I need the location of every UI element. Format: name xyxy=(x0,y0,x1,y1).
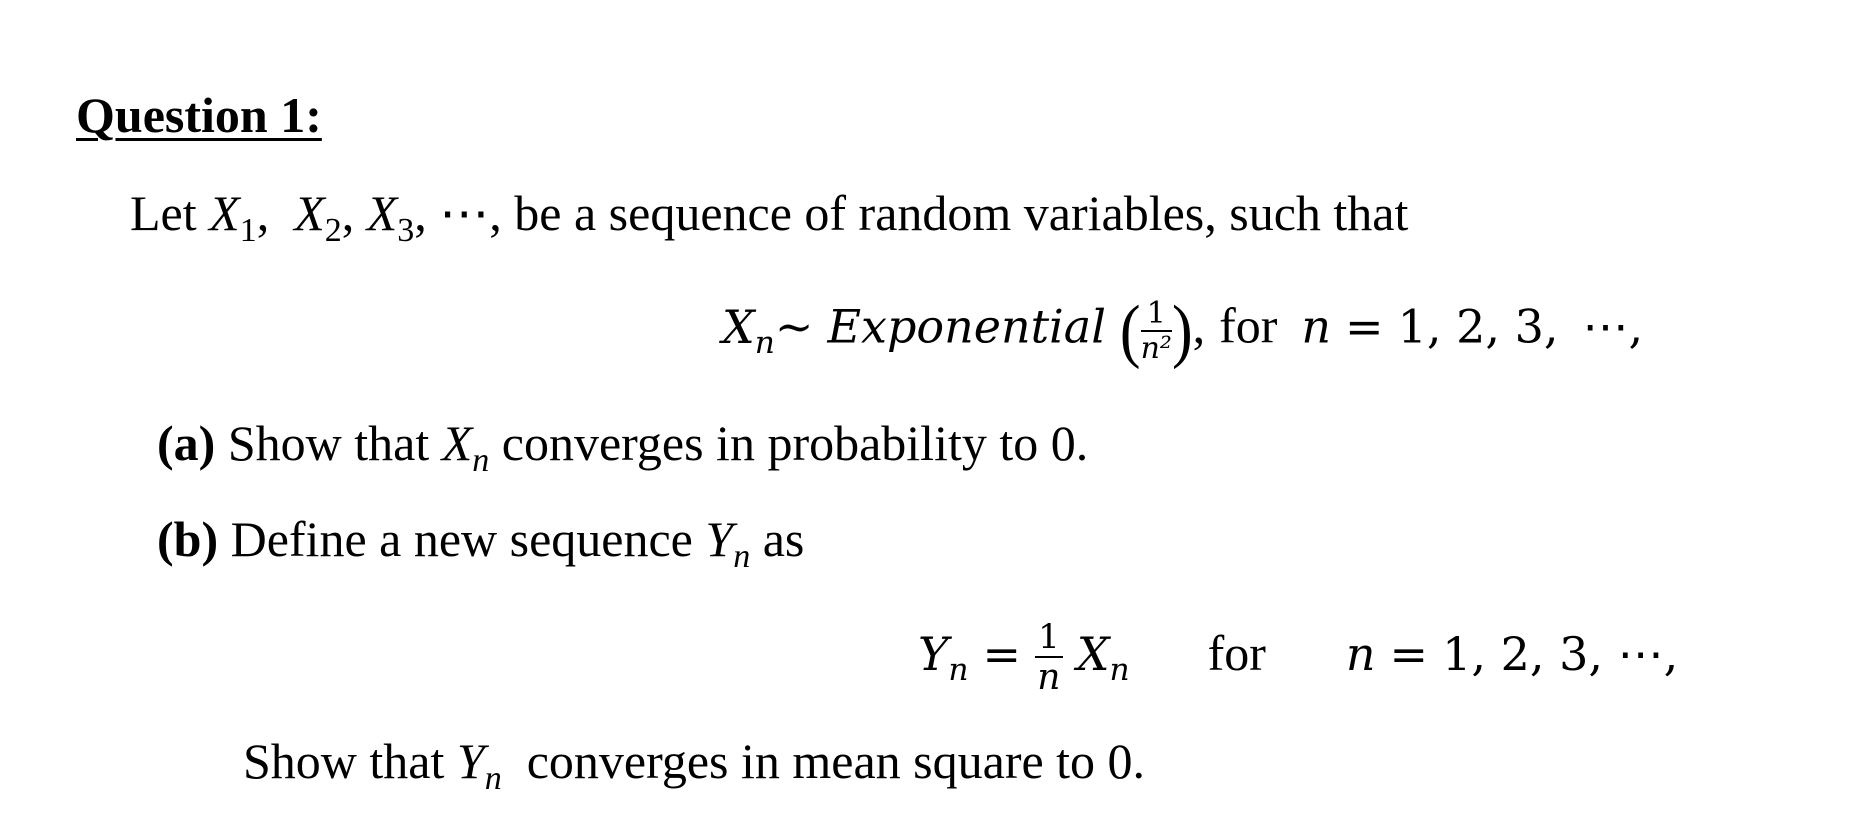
tilde-symbol: ~ xyxy=(774,299,814,354)
fraction-numerator: 1 xyxy=(1035,619,1063,658)
formula-lhs: Xn xyxy=(722,299,775,359)
formula-lhs: Yn xyxy=(918,627,969,686)
var-subscript: n xyxy=(754,324,775,361)
part-a-text-end: converges in probability to 0. xyxy=(489,415,1089,471)
range-values: 1, 2, 3, ⋯, xyxy=(1442,627,1679,682)
part-b-text-end: as xyxy=(750,511,805,567)
formula-rhs: Xn xyxy=(1076,627,1130,686)
var-x3: X3 xyxy=(366,185,415,247)
var-subscript: n xyxy=(733,537,751,575)
for-word: for xyxy=(1207,625,1266,682)
var-x1: X1 xyxy=(209,185,257,247)
right-paren: ) xyxy=(1171,292,1193,371)
var-base: X xyxy=(1076,627,1110,682)
var-subscript: n xyxy=(948,652,969,689)
left-paren: ( xyxy=(1119,292,1141,371)
part-b-label: (b) xyxy=(157,511,219,567)
var-subscript: 3 xyxy=(397,211,415,249)
equals-sign: = xyxy=(1345,299,1384,354)
range-ellipsis: ⋯, xyxy=(1582,299,1644,354)
var-xn: Xn xyxy=(441,415,490,477)
var-base: Y xyxy=(705,511,734,567)
var-subscript: 1 xyxy=(239,211,257,249)
var-base: X xyxy=(722,299,755,354)
rate-fraction: 1 n² xyxy=(1140,298,1172,366)
var-base: X xyxy=(441,415,473,471)
var-subscript: n xyxy=(484,759,502,797)
var-x2: X2 xyxy=(294,185,342,247)
var-subscript: n xyxy=(472,441,490,479)
part-a-label: (a) xyxy=(157,415,216,471)
range-var: n xyxy=(1345,627,1376,682)
problem-intro: Let X1, X2, X3, ⋯, be a sequence of rand… xyxy=(130,185,1409,247)
separator: , xyxy=(414,185,440,241)
part-a: (a) Show that Xn converges in probabilit… xyxy=(157,415,1089,477)
part-a-text: Show that xyxy=(215,415,442,471)
var-yn: Yn xyxy=(705,511,750,573)
range-values: 1, 2, 3, xyxy=(1397,299,1559,354)
question-heading: Question 1: xyxy=(76,87,322,143)
var-base: X xyxy=(209,185,240,241)
var-subscript: 2 xyxy=(324,211,342,249)
ellipsis: ⋯ xyxy=(439,185,490,241)
var-subscript: n xyxy=(1109,652,1130,689)
fraction-denominator: n² xyxy=(1140,330,1172,366)
task-text: Show that xyxy=(243,733,457,789)
comma: , xyxy=(1192,297,1206,354)
separator: , xyxy=(256,185,295,241)
equals-sign: = xyxy=(982,627,1022,682)
var-yn: Yn xyxy=(456,733,502,795)
range-var: n xyxy=(1301,299,1332,354)
definition-formula: Yn = 1 n Xn for n = 1, 2, 3, ⋯, xyxy=(918,619,1679,698)
part-b: (b) Define a new sequence Yn as xyxy=(157,511,805,573)
fraction-numerator: 1 xyxy=(1140,298,1172,332)
var-base: X xyxy=(366,185,398,241)
separator: , xyxy=(341,185,367,241)
var-base: X xyxy=(294,185,325,241)
var-base: Y xyxy=(456,733,485,789)
intro-suffix: , be a sequence of random variables, suc… xyxy=(489,185,1409,241)
var-base: Y xyxy=(918,627,949,682)
distribution-formula: Xn~ Exponential(1 n²), for n = 1, 2, 3, ⋯, xyxy=(722,292,1644,371)
scale-fraction: 1n xyxy=(1035,619,1063,698)
part-b-text: Define a new sequence xyxy=(218,511,706,567)
fraction-denominator: n xyxy=(1037,656,1061,698)
intro-prefix: Let xyxy=(130,185,210,241)
part-b-task: Show that Yn converges in mean square to… xyxy=(243,733,1146,795)
equals-sign: = xyxy=(1389,627,1429,682)
distribution-name: Exponential xyxy=(827,299,1106,354)
for-word: for xyxy=(1219,297,1278,354)
task-text-end: converges in mean square to 0. xyxy=(501,733,1146,789)
